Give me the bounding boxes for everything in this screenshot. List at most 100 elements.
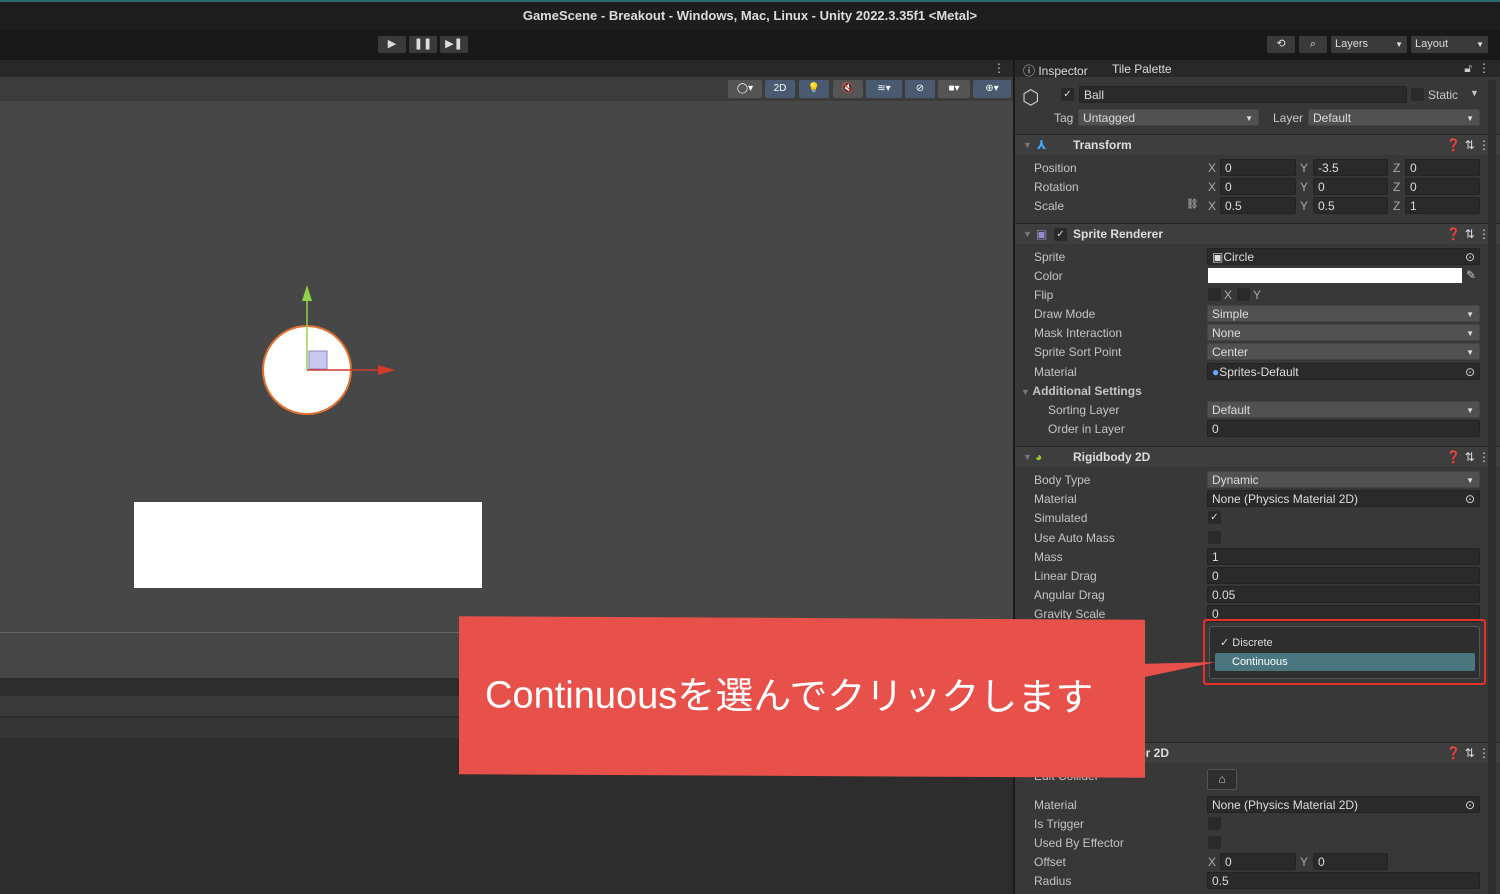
is-trigger-checkbox[interactable] [1208, 817, 1221, 830]
pause-button[interactable]: ❚❚ [409, 36, 437, 53]
offset-y-field[interactable]: 0 [1313, 853, 1388, 870]
body-type-dropdown[interactable]: Dynamic ▼ [1207, 471, 1480, 488]
audio-icon[interactable]: 🔇 [833, 80, 863, 98]
material-field[interactable]: ●Sprites-Default ⊙ [1207, 363, 1480, 380]
callout-pointer [1140, 662, 1216, 678]
tab-inspector[interactable]: ⓘ Inspector [1023, 62, 1088, 79]
rotation-x-field[interactable]: 0 [1220, 178, 1296, 195]
sorting-layer-dropdown[interactable]: Default ▼ [1207, 401, 1480, 418]
rotation-y-field[interactable]: 0 [1313, 178, 1388, 195]
flip-y-label: Y [1253, 288, 1262, 302]
sprite-label: Sprite [1034, 250, 1066, 264]
menu-item-discrete[interactable]: ✓ Discrete [1220, 636, 1273, 649]
lighting-icon[interactable]: 💡 [799, 80, 829, 98]
used-by-effector-checkbox[interactable] [1208, 836, 1221, 849]
radius-field[interactable]: 0.5 [1207, 872, 1480, 889]
mass-label: Mass [1034, 550, 1063, 564]
material-label: Material [1034, 798, 1077, 812]
constrain-proportions-icon[interactable]: ⛓ [1186, 199, 1199, 210]
layers-label: Layers [1335, 38, 1369, 50]
collider-material-field[interactable]: None (Physics Material 2D) ⊙ [1207, 796, 1480, 813]
2d-toggle[interactable]: 2D [765, 80, 795, 98]
scale-label: Scale [1034, 199, 1065, 213]
scale-x-field[interactable]: 0.5 [1220, 197, 1296, 214]
eyedropper-icon[interactable]: ✎ [1466, 268, 1476, 282]
linear-drag-label: Linear Drag [1034, 569, 1097, 583]
lock-icon[interactable]: 🔓︎ [1464, 61, 1472, 76]
component-actions-icon[interactable]: ❓ ⇅ ⋮ [1446, 135, 1490, 156]
play-button[interactable]: ▶ [378, 36, 406, 53]
flip-x-label: X [1224, 288, 1233, 302]
tab-tile-palette[interactable]: Tile Palette [1112, 62, 1172, 76]
layout-dropdown[interactable]: Layout ▼ [1411, 36, 1488, 53]
foldout-label: Additional Settings [1032, 384, 1142, 398]
simulated-checkbox[interactable]: ✓ [1208, 511, 1221, 524]
flip-y-checkbox[interactable] [1237, 288, 1250, 301]
history-icon[interactable]: ⟲ [1267, 36, 1295, 53]
tag-dropdown[interactable]: Untagged ▼ [1078, 109, 1259, 126]
radius-label: Radius [1034, 874, 1072, 888]
search-icon[interactable]: ⌕ [1299, 36, 1327, 53]
color-swatch[interactable] [1208, 268, 1462, 283]
layers-dropdown[interactable]: Layers ▼ [1331, 36, 1407, 53]
step-button[interactable]: ▶❚ [440, 36, 468, 53]
additional-settings-foldout[interactable]: ▼ Additional Settings [1021, 384, 1142, 398]
dropdown-value: Default [1212, 403, 1251, 417]
position-z-field[interactable]: 0 [1405, 159, 1480, 176]
foldout-icon[interactable]: ▼ [1023, 135, 1032, 156]
scale-y-field[interactable]: 0.5 [1313, 197, 1388, 214]
draw-mode-dropdown[interactable]: Simple ▼ [1207, 305, 1480, 322]
effects-icon[interactable]: ≋▾ [866, 80, 902, 98]
tag-value: Untagged [1083, 111, 1136, 125]
mass-field[interactable]: 1 [1207, 548, 1480, 565]
offset-x-field[interactable]: 0 [1220, 853, 1296, 870]
scene-canvas [134, 285, 482, 588]
camera-icon[interactable]: ■▾ [938, 80, 970, 98]
draw-mode-icon[interactable]: ◯▾ [728, 80, 762, 98]
more-icon[interactable]: ⋮ [993, 61, 1005, 75]
sprite-renderer-header[interactable]: ▼ ▣ ✓ Sprite Renderer ❓ ⇅ ⋮ [1015, 223, 1500, 244]
sprite-sort-point-dropdown[interactable]: Center ▼ [1207, 343, 1480, 360]
mask-interaction-dropdown[interactable]: None ▼ [1207, 324, 1480, 341]
sprite-field[interactable]: ▣Circle ⊙ [1207, 248, 1480, 265]
static-dropdown-icon[interactable]: ▼ [1470, 88, 1479, 98]
rotation-z-field[interactable]: 0 [1405, 178, 1480, 195]
component-actions-icon[interactable]: ❓ ⇅ ⋮ [1446, 224, 1490, 245]
component-actions-icon[interactable]: ❓ ⇅ ⋮ [1446, 743, 1490, 764]
material-value: Sprites-Default [1219, 365, 1299, 379]
scale-z-field[interactable]: 1 [1405, 197, 1480, 214]
menu-item-continuous[interactable]: Continuous [1215, 653, 1475, 671]
transform-header[interactable]: ▼ ⅄ Transform ❓ ⇅ ⋮ [1015, 134, 1500, 155]
edit-collider-button[interactable]: ⌂ [1207, 769, 1237, 790]
position-x-field[interactable]: 0 [1220, 159, 1296, 176]
visibility-icon[interactable]: ⊘ [905, 80, 935, 98]
static-checkbox[interactable] [1411, 88, 1424, 101]
material-label: Material [1034, 365, 1077, 379]
order-in-layer-field[interactable]: 0 [1207, 420, 1480, 437]
dropdown-value: Simple [1212, 307, 1249, 321]
object-name-input[interactable]: Ball [1079, 86, 1407, 103]
material-label: Material [1034, 492, 1077, 506]
inspector-scrollbar[interactable] [1488, 80, 1496, 894]
flip-x-checkbox[interactable] [1208, 288, 1221, 301]
tab-label: Inspector [1038, 64, 1088, 78]
use-auto-mass-checkbox[interactable] [1208, 531, 1221, 544]
dropdown-value: None [1212, 326, 1241, 340]
order-in-layer-label: Order in Layer [1048, 422, 1125, 436]
linear-drag-field[interactable]: 0 [1207, 567, 1480, 584]
component-actions-icon[interactable]: ❓ ⇅ ⋮ [1446, 447, 1490, 468]
active-checkbox[interactable]: ✓ [1061, 88, 1074, 101]
more-icon[interactable]: ⋮ [1478, 61, 1490, 75]
position-y-field[interactable]: -3.5 [1313, 159, 1388, 176]
enabled-checkbox[interactable]: ✓ [1054, 228, 1067, 241]
foldout-icon[interactable]: ▼ [1023, 447, 1032, 468]
gizmos-icon[interactable]: ⊕▾ [973, 80, 1011, 98]
physics-material-field[interactable]: None (Physics Material 2D) ⊙ [1207, 490, 1480, 507]
scene-view[interactable] [0, 101, 1013, 632]
foldout-icon[interactable]: ▼ [1023, 224, 1032, 245]
use-auto-mass-label: Use Auto Mass [1034, 531, 1115, 545]
angular-drag-field[interactable]: 0.05 [1207, 586, 1480, 603]
mask-interaction-label: Mask Interaction [1034, 326, 1123, 340]
layer-dropdown[interactable]: Default ▼ [1308, 109, 1480, 126]
rigidbody-header[interactable]: ▼ ◕ Rigidbody 2D ❓ ⇅ ⋮ [1015, 446, 1500, 467]
